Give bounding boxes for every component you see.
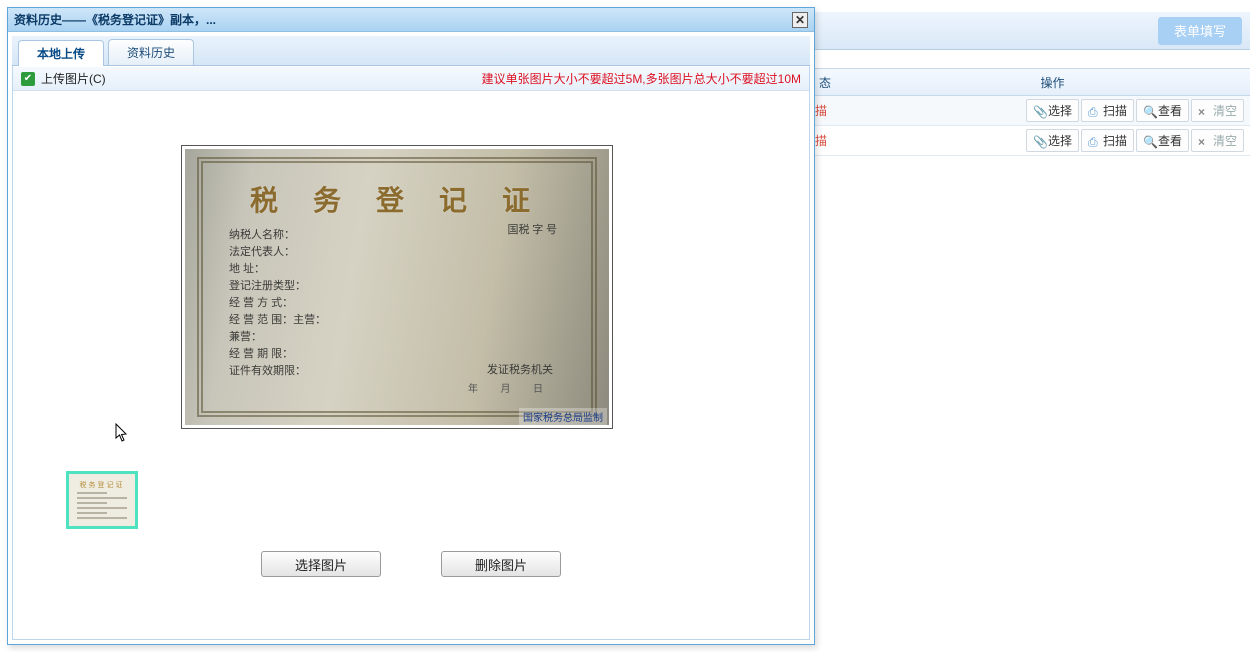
thumb-placeholder-lines [77,492,127,522]
table-row: 描 📎选择 ⎙扫描 🔍查看 ×清空 [815,126,1250,156]
scan-button[interactable]: ⎙扫描 [1081,99,1134,122]
close-icon: × [1198,105,1210,117]
cert-fields: 纳税人名称： 法定代表人： 地 址： 登记注册类型： 经 营 方 式： 经 营 … [229,227,565,380]
upload-hint: 建议单张图片大小不要超过5M,多张图片总大小不要超过10M [482,70,801,87]
dialog-title: 资料历史——《税务登记证》副本，... [14,11,216,28]
background-toolbar: 表单填写 [815,12,1250,50]
form-fill-button[interactable]: 表单填写 [1158,17,1242,45]
col-ops: 操作 [855,74,1250,91]
cert-stamp: 国家税务总局监制 [519,408,607,425]
dialog-titlebar[interactable]: 资料历史——《税务登记证》副本，... ✕ [8,8,814,32]
attach-icon: 📎 [1033,135,1045,147]
scanner-icon: ⎙ [1088,135,1100,147]
attach-icon: 📎 [1033,105,1045,117]
clear-button[interactable]: ×清空 [1191,129,1244,152]
thumbnail-selected[interactable]: 税务登记证 [66,471,138,529]
upload-label[interactable]: 上传图片(C) [41,70,106,87]
tab-history[interactable]: 资料历史 [108,39,194,65]
choose-image-button[interactable]: 选择图片 [261,551,381,577]
select-button[interactable]: 📎选择 [1026,129,1079,152]
scanner-icon: ⎙ [1088,105,1100,117]
cursor-icon [115,423,129,443]
cert-date: 年 月 日 [468,380,553,395]
upload-dialog: 资料历史——《税务登记证》副本，... ✕ 本地上传 资料历史 ✔ 上传图片(C… [7,7,815,645]
check-icon: ✔ [21,72,35,86]
close-icon: × [1198,135,1210,147]
search-icon: 🔍 [1143,105,1155,117]
delete-image-button[interactable]: 删除图片 [441,551,561,577]
close-icon: ✕ [795,13,805,27]
thumb-mini-title: 税务登记证 [69,480,135,490]
view-button[interactable]: 🔍查看 [1136,129,1189,152]
close-button[interactable]: ✕ [792,12,808,28]
tab-bar: 本地上传 资料历史 [12,36,810,66]
status-badge: 描 [815,102,855,119]
table-row: 描 📎选择 ⎙扫描 🔍查看 ×清空 [815,96,1250,126]
cert-issuer: 发证税务机关 [487,361,553,377]
certificate-image: 税 务 登 记 证 国税 字 号 纳税人名称： 法定代表人： 地 址： 登记注册… [185,149,609,425]
col-status: 态 [815,74,855,91]
select-button[interactable]: 📎选择 [1026,99,1079,122]
certificate-title: 税 务 登 记 证 [185,179,609,219]
scan-button[interactable]: ⎙扫描 [1081,129,1134,152]
upload-bar: ✔ 上传图片(C) 建议单张图片大小不要超过5M,多张图片总大小不要超过10M [13,67,809,91]
status-badge: 描 [815,132,855,149]
search-icon: 🔍 [1143,135,1155,147]
dialog-button-row: 选择图片 删除图片 [13,551,809,581]
image-preview[interactable]: 税 务 登 记 证 国税 字 号 纳税人名称： 法定代表人： 地 址： 登记注册… [181,145,613,429]
bg-table-header: 态 操作 [815,68,1250,96]
view-button[interactable]: 🔍查看 [1136,99,1189,122]
clear-button[interactable]: ×清空 [1191,99,1244,122]
dialog-body: 本地上传 资料历史 ✔ 上传图片(C) 建议单张图片大小不要超过5M,多张图片总… [12,36,810,640]
preview-area: 税 务 登 记 证 国税 字 号 纳税人名称： 法定代表人： 地 址： 登记注册… [13,91,809,589]
tab-local-upload[interactable]: 本地上传 [18,40,104,66]
